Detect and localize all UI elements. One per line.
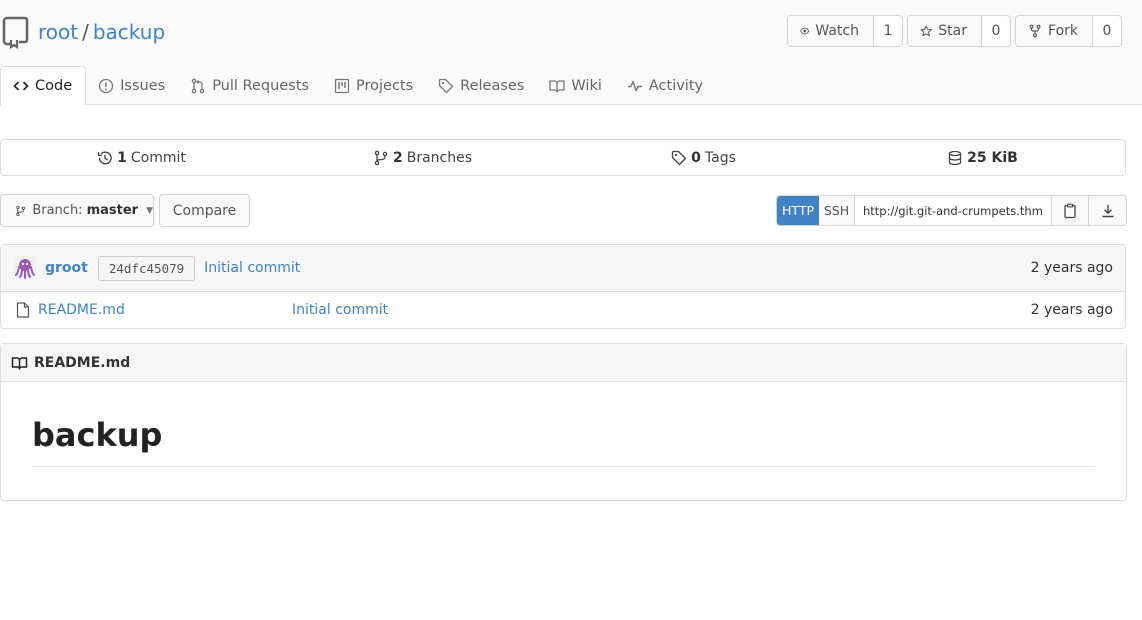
repo-separator: / — [82, 20, 89, 44]
database-icon — [949, 150, 962, 165]
branch-icon — [374, 150, 388, 165]
tag-label: Tags — [704, 149, 736, 166]
book-icon — [549, 79, 566, 93]
repo-owner-link[interactable]: root — [38, 20, 78, 44]
clone-http-button[interactable]: HTTP — [777, 196, 819, 225]
branch-dropdown[interactable]: Branch: master ▼ — [0, 194, 154, 227]
branch-prefix: Branch: — [32, 203, 83, 218]
repo-icon — [2, 16, 29, 49]
clone-ssh-button[interactable]: SSH — [819, 196, 855, 225]
branch-name: master — [86, 203, 139, 218]
star-button[interactable]: Star — [908, 16, 982, 46]
eye-icon — [800, 27, 810, 35]
stat-branches[interactable]: 2 Branches — [282, 140, 563, 175]
clone-url-input[interactable] — [855, 196, 1052, 225]
fork-count[interactable]: 0 — [1093, 16, 1121, 46]
repo-header: root / backup Watch 1 Star 0 Fork 0 Code… — [0, 0, 1142, 106]
tab-activity[interactable]: Activity — [615, 66, 716, 105]
tab-issues-label: Issues — [120, 77, 166, 94]
tab-releases-label: Releases — [460, 77, 525, 94]
tab-wiki[interactable]: Wiki — [537, 66, 614, 105]
avatar[interactable] — [13, 256, 37, 280]
readme-header: README.md — [1, 344, 1126, 382]
fork-icon — [1029, 24, 1041, 38]
stat-commits[interactable]: 1 Commit — [1, 140, 282, 175]
repo-stats-bar: 1 Commit 2 Branches 0 Tags 25 KiB — [0, 139, 1126, 176]
commit-time: 2 years ago — [1030, 260, 1113, 276]
clipboard-icon — [1064, 203, 1076, 218]
watch-count[interactable]: 1 — [874, 16, 902, 46]
pull-request-icon — [191, 78, 205, 93]
file-commit-message[interactable]: Initial commit — [292, 302, 388, 318]
readme-panel: README.md backup — [0, 343, 1127, 501]
repo-title: root / backup — [2, 15, 165, 49]
readme-heading: backup — [32, 416, 1095, 467]
readme-body: backup — [1, 382, 1126, 467]
commit-label: Commit — [130, 149, 186, 166]
tab-projects-label: Projects — [356, 77, 414, 94]
branch-label: Branches — [406, 149, 473, 166]
repo-name-link[interactable]: backup — [93, 20, 165, 44]
latest-commit-row: groot 24dfc45079 Initial commit 2 years … — [1, 245, 1125, 292]
commit-count: 1 — [117, 149, 127, 166]
tag-count: 0 — [691, 149, 701, 166]
star-group: Star 0 — [907, 15, 1011, 47]
book-icon — [11, 356, 28, 370]
watch-button[interactable]: Watch — [788, 16, 874, 46]
download-button[interactable] — [1089, 196, 1126, 225]
tab-pull-requests-label: Pull Requests — [212, 77, 309, 94]
file-name-link[interactable]: README.md — [38, 302, 125, 318]
project-icon — [334, 78, 350, 93]
fork-label: Fork — [1048, 23, 1078, 39]
table-row: README.md Initial commit 2 years ago — [1, 292, 1125, 328]
repo-actions: Watch 1 Star 0 Fork 0 — [787, 15, 1122, 47]
commit-author[interactable]: groot — [45, 260, 88, 276]
compare-button[interactable]: Compare — [159, 194, 250, 227]
tab-code[interactable]: Code — [0, 66, 87, 106]
caret-down-icon: ▼ — [146, 205, 153, 216]
readme-filename: README.md — [34, 354, 131, 371]
issue-icon — [98, 78, 114, 93]
branch-count: 2 — [392, 149, 403, 166]
commit-message[interactable]: Initial commit — [204, 260, 300, 276]
watch-label: Watch — [815, 23, 859, 39]
tag-icon — [671, 150, 687, 165]
clone-panel: HTTP SSH — [776, 195, 1127, 226]
tag-icon — [439, 78, 454, 93]
tab-releases[interactable]: Releases — [426, 66, 537, 105]
history-icon — [97, 151, 112, 164]
stat-size: 25 KiB — [844, 140, 1125, 175]
fork-button[interactable]: Fork — [1016, 16, 1093, 46]
file-commit-time: 2 years ago — [1030, 302, 1113, 318]
code-icon — [13, 81, 29, 91]
star-count[interactable]: 0 — [982, 16, 1010, 46]
tab-projects[interactable]: Projects — [322, 66, 426, 105]
tab-activity-label: Activity — [648, 77, 704, 94]
copy-url-button[interactable] — [1052, 196, 1089, 225]
tab-pull-requests[interactable]: Pull Requests — [178, 66, 322, 105]
commit-sha[interactable]: 24dfc45079 — [97, 255, 196, 281]
file-icon — [16, 302, 30, 318]
star-icon — [920, 25, 932, 37]
download-icon — [1102, 204, 1113, 217]
branch-icon — [16, 205, 26, 216]
repo-size: 25 KiB — [967, 149, 1018, 166]
tab-code-label: Code — [35, 78, 73, 94]
file-list: groot 24dfc45079 Initial commit 2 years … — [0, 244, 1126, 329]
star-label: Star — [938, 23, 967, 39]
tab-issues[interactable]: Issues — [86, 66, 178, 105]
pulse-icon — [627, 80, 642, 91]
watch-group: Watch 1 — [787, 15, 903, 47]
fork-group: Fork 0 — [1015, 15, 1122, 47]
repo-tabs: Code Issues Pull Requests Projects Relea… — [0, 66, 716, 106]
stat-tags[interactable]: 0 Tags — [563, 140, 844, 175]
tab-wiki-label: Wiki — [571, 77, 602, 94]
